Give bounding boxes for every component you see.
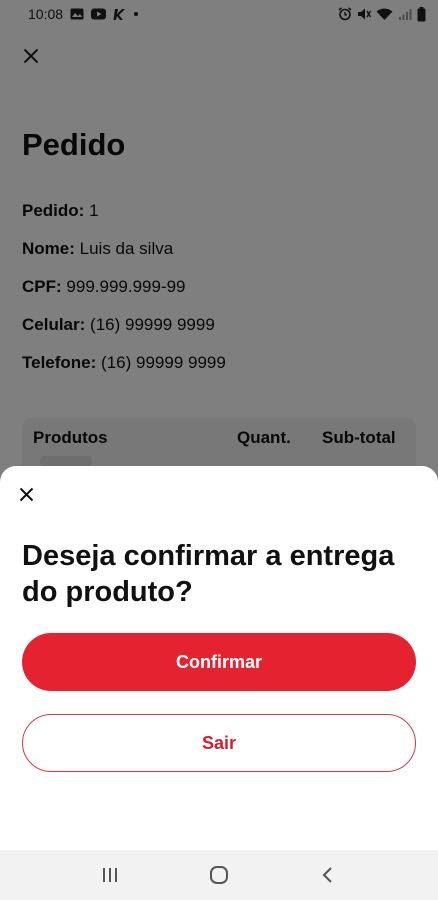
exit-button[interactable]: Sair [22, 714, 416, 772]
home-button[interactable] [199, 855, 239, 895]
confirm-delivery-sheet: Deseja confirmar a entrega do produto? C… [0, 466, 438, 850]
recent-apps-button[interactable] [90, 855, 130, 895]
back-icon [322, 867, 332, 883]
home-icon [209, 866, 228, 884]
close-icon [19, 487, 33, 501]
system-nav-bar [0, 850, 438, 900]
sheet-close-button[interactable] [14, 482, 38, 506]
recent-apps-icon [103, 868, 118, 882]
back-button[interactable] [308, 855, 348, 895]
sheet-question: Deseja confirmar a entrega do produto? [22, 540, 395, 608]
confirm-button[interactable]: Confirmar [22, 633, 416, 691]
